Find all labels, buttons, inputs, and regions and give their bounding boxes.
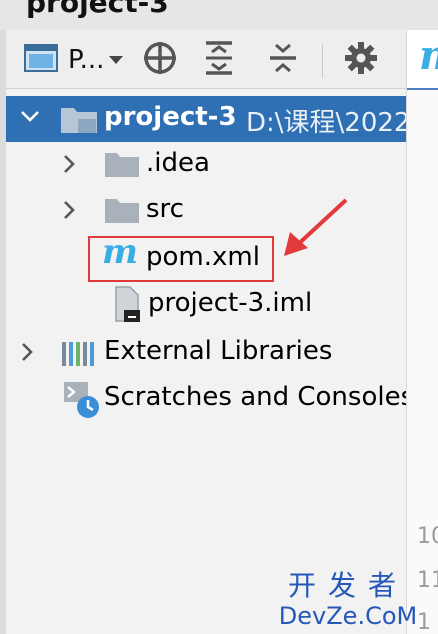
expand-all-icon — [204, 40, 234, 80]
gear-icon — [344, 41, 378, 79]
libraries-icon — [60, 338, 98, 372]
tree-item-label: .idea — [146, 148, 210, 178]
folder-icon — [104, 196, 140, 228]
settings-button[interactable] — [344, 40, 378, 80]
collapse-all-icon — [268, 40, 298, 80]
folder-icon — [104, 150, 140, 182]
tree-item-scratches[interactable]: Scratches and Consoles — [6, 376, 414, 424]
locate-icon — [142, 40, 178, 80]
maven-icon: m — [419, 32, 438, 79]
title-bar: project-3 — [0, 0, 438, 31]
chevron-right-icon[interactable] — [20, 342, 34, 366]
tree-item-external-libraries[interactable]: External Libraries — [6, 330, 406, 376]
dropdown-arrow-icon — [108, 51, 124, 70]
annotation-highlight-box — [88, 236, 274, 282]
project-view-selector[interactable]: P... — [24, 40, 124, 80]
watermark: 开发者 DevZe.CoM — [268, 569, 428, 631]
chevron-right-icon[interactable] — [62, 154, 76, 178]
watermark-cn: 开发者 — [287, 569, 408, 602]
root-path: D:\课程\2022 — [246, 108, 411, 138]
root-label: project-3 — [104, 102, 237, 132]
annotation-arrow — [284, 198, 348, 256]
editor-area: m 10 11 1 — [406, 30, 438, 634]
tree-item-label: Scratches and Consoles — [104, 382, 415, 412]
tree-item-idea[interactable]: .idea — [6, 142, 406, 188]
collapse-all-button[interactable] — [268, 40, 298, 80]
project-view-icon — [24, 43, 58, 77]
iml-file-icon — [108, 286, 142, 326]
tree-item-label: src — [146, 194, 184, 224]
chevron-right-icon[interactable] — [62, 200, 76, 224]
watermark-en: DevZe.CoM — [278, 602, 418, 630]
window-title: project-3 — [26, 0, 169, 19]
project-folder-icon — [60, 104, 98, 138]
editor-tab[interactable]: m — [407, 30, 438, 90]
project-toolbar: P... — [6, 30, 406, 89]
tree-item-label: project-3.iml — [148, 288, 313, 318]
chevron-down-icon[interactable] — [20, 108, 40, 127]
locate-button[interactable] — [142, 40, 178, 80]
tree-item-label: External Libraries — [104, 336, 333, 366]
scratches-icon — [60, 380, 102, 424]
toolbar-separator — [322, 44, 323, 78]
project-view-label: P... — [68, 45, 105, 75]
tree-root-project[interactable]: project-3 D:\课程\2022 — [6, 96, 410, 142]
expand-all-button[interactable] — [204, 40, 234, 80]
tree-item-iml[interactable]: project-3.iml — [6, 282, 406, 328]
line-number: 10 — [417, 524, 438, 549]
